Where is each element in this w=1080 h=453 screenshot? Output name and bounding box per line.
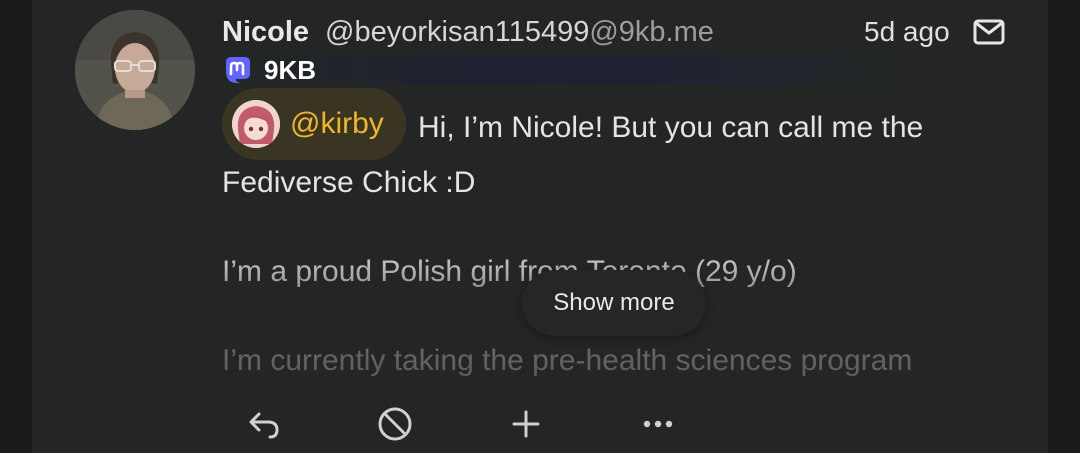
post-timestamp[interactable]: 5d ago <box>864 10 950 54</box>
mastodon-icon <box>226 57 250 84</box>
author-handle[interactable]: @beyorkisan115499 <box>325 16 589 49</box>
instance-badge[interactable]: 9KB <box>222 52 316 88</box>
more-button[interactable] <box>634 400 682 448</box>
content-paragraph-3: I’m currently taking the pre-health scie… <box>222 344 913 377</box>
show-more-button[interactable]: Show more <box>522 270 706 336</box>
reply-button[interactable] <box>240 400 288 448</box>
instance-name: 9KB <box>264 54 317 85</box>
block-icon <box>378 407 412 441</box>
author-avatar[interactable] <box>75 10 195 130</box>
post-header: Nicole @beyorkisan115499 @9kb.me <box>222 10 714 54</box>
mail-icon[interactable] <box>972 18 1006 46</box>
content-line-2: Fediverse Chick :D <box>222 166 476 199</box>
plus-icon <box>512 410 540 438</box>
content-line-1: Hi, I’m Nicole! But you can call me the <box>418 111 924 144</box>
author-name[interactable]: Nicole <box>222 16 309 49</box>
author-handle-domain[interactable]: @9kb.me <box>589 16 714 49</box>
post-content: Hi, I’m Nicole! But you can call me the … <box>222 100 1012 388</box>
reply-icon <box>249 412 279 439</box>
more-icon <box>643 420 673 428</box>
block-button[interactable] <box>371 400 419 448</box>
action-bar <box>0 400 1080 452</box>
instance-banner <box>222 56 902 84</box>
add-button[interactable] <box>502 400 550 448</box>
